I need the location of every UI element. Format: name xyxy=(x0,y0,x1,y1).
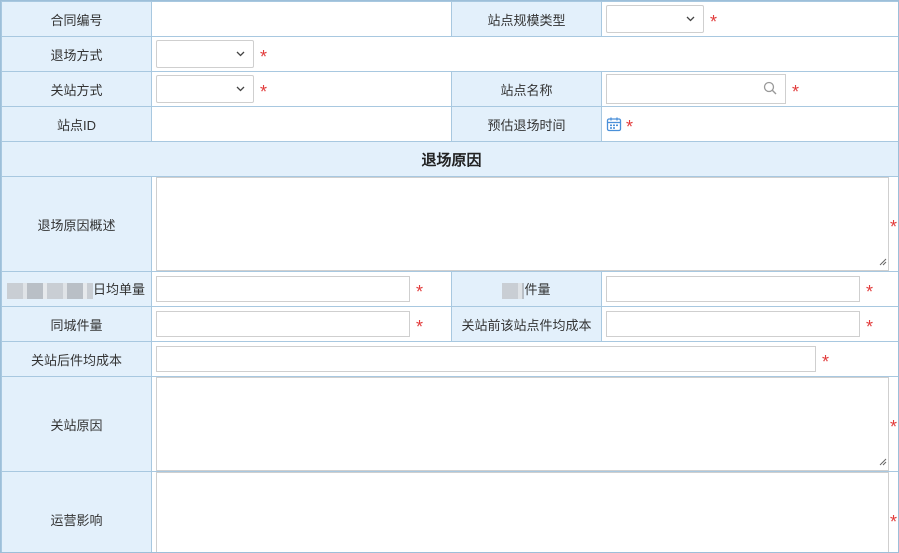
exit-method-label: 退场方式 xyxy=(1,36,152,72)
exit-reason-summary-textarea[interactable] xyxy=(156,177,889,271)
required-mark: * xyxy=(890,417,898,437)
exit-reason-summary-label: 退场原因概述 xyxy=(1,176,152,272)
row-close-method-site-name: 关站方式 * 站点名称 * xyxy=(1,71,898,107)
required-mark: * xyxy=(710,12,718,32)
exit-method-select[interactable] xyxy=(156,40,254,68)
redacted-label-text xyxy=(502,282,525,299)
row-exit-method: 退场方式 * xyxy=(1,36,898,72)
daily-avg-orders-input[interactable] xyxy=(156,276,410,302)
required-mark: * xyxy=(626,117,634,137)
piece-volume-label: 件量 xyxy=(524,282,551,298)
site-name-search-input[interactable] xyxy=(606,74,786,104)
close-reason-label: 关站原因 xyxy=(1,376,152,472)
close-reason-textarea[interactable] xyxy=(156,377,889,471)
close-method-select[interactable] xyxy=(156,75,254,103)
resize-grip-icon[interactable] xyxy=(878,454,887,469)
chevron-down-icon xyxy=(686,13,695,25)
avg-cost-after-close-input[interactable] xyxy=(156,346,816,372)
redacted-label-text xyxy=(6,282,93,299)
site-name-label: 站点名称 xyxy=(451,71,602,107)
exit-form-frame: 合同编号 站点规模类型 * 退场方式 * 关站方式 * 站点名称 * 站点ID … xyxy=(0,0,899,553)
resize-grip-icon[interactable] xyxy=(878,254,887,269)
chevron-down-icon xyxy=(236,48,245,60)
required-mark: * xyxy=(866,282,874,302)
piece-volume-input[interactable] xyxy=(606,276,860,302)
operation-impact-label: 运营影响 xyxy=(1,471,152,552)
same-city-volume-label: 同城件量 xyxy=(1,306,152,342)
contract-no-label: 合同编号 xyxy=(1,1,152,37)
exit-form-table: 合同编号 站点规模类型 * 退场方式 * 关站方式 * 站点名称 * 站点ID … xyxy=(1,1,898,552)
required-mark: * xyxy=(792,82,800,102)
avg-cost-after-close-label: 关站后件均成本 xyxy=(1,341,152,377)
chevron-down-icon xyxy=(236,83,245,95)
row-contract-scale: 合同编号 站点规模类型 * xyxy=(1,1,898,37)
daily-avg-orders-label: 日均单量 xyxy=(92,282,145,298)
operation-impact-textarea[interactable] xyxy=(156,472,889,552)
search-icon[interactable] xyxy=(763,81,777,98)
close-method-label: 关站方式 xyxy=(1,71,152,107)
required-mark: * xyxy=(866,317,874,337)
row-site-id-exit-time: 站点ID 预估退场时间 * xyxy=(1,106,898,142)
est-exit-time-label: 预估退场时间 xyxy=(451,106,602,142)
row-daily-orders-piece-volume: 日均单量 * 件量 * xyxy=(1,271,898,307)
row-avg-cost-after-close: 关站后件均成本 * xyxy=(1,341,898,377)
required-mark: * xyxy=(260,47,268,67)
site-scale-type-label: 站点规模类型 xyxy=(451,1,602,37)
site-id-label: 站点ID xyxy=(1,106,152,142)
row-operation-impact: 运营影响 * xyxy=(1,471,898,552)
row-close-reason: 关站原因 * xyxy=(1,376,898,472)
required-mark: * xyxy=(260,82,268,102)
resize-grip-icon[interactable] xyxy=(878,549,887,552)
required-mark: * xyxy=(416,317,424,337)
row-same-city-avg-cost: 同城件量 * 关站前该站点件均成本 * xyxy=(1,306,898,342)
avg-cost-before-close-label: 关站前该站点件均成本 xyxy=(451,306,602,342)
required-mark: * xyxy=(890,217,898,237)
required-mark: * xyxy=(822,352,830,372)
site-id-value xyxy=(151,106,452,142)
site-scale-type-select[interactable] xyxy=(606,5,704,33)
calendar-icon[interactable] xyxy=(606,116,622,132)
required-mark: * xyxy=(890,512,898,532)
row-section-exit-reason: 退场原因 xyxy=(1,141,898,177)
contract-no-value xyxy=(151,1,452,37)
row-exit-reason-summary: 退场原因概述 * xyxy=(1,176,898,272)
same-city-volume-input[interactable] xyxy=(156,311,410,337)
required-mark: * xyxy=(416,282,424,302)
avg-cost-before-close-input[interactable] xyxy=(606,311,860,337)
exit-reason-section-title: 退场原因 xyxy=(1,141,898,177)
